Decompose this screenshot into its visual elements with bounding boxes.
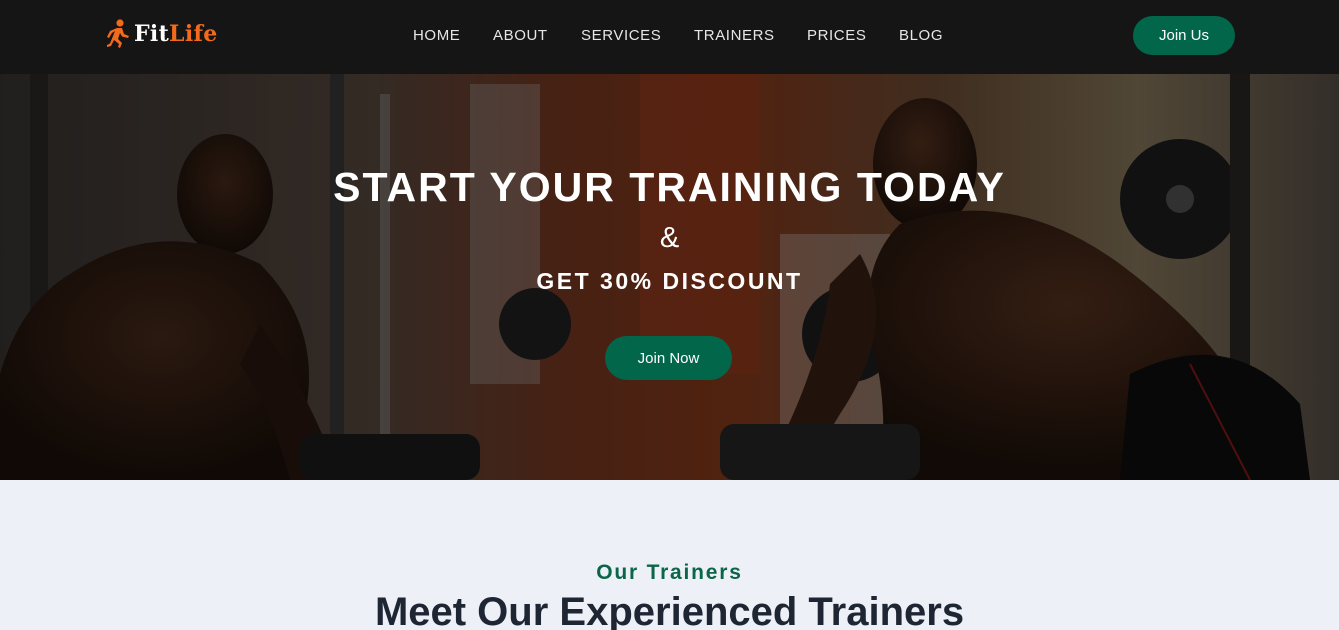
- join-now-button[interactable]: Join Now: [605, 336, 732, 380]
- navbar: FitLife HOME ABOUT SERVICES TRAINERS PRI…: [0, 0, 1339, 74]
- nav-link-trainers[interactable]: TRAINERS: [694, 27, 775, 44]
- hero-banner: START YOUR TRAINING TODAY & GET 30% DISC…: [0, 74, 1339, 480]
- section-heading: Meet Our Experienced Trainers: [374, 590, 965, 630]
- nav-link-home[interactable]: HOME: [413, 27, 460, 44]
- hero-ampersand: &: [659, 222, 680, 254]
- nav-link-blog[interactable]: BLOG: [899, 27, 943, 44]
- hero-subtitle: GET 30% DISCOUNT: [536, 268, 803, 294]
- nav-link-about[interactable]: ABOUT: [493, 27, 548, 44]
- hero-title: START YOUR TRAINING TODAY: [333, 164, 1006, 210]
- join-us-button[interactable]: Join Us: [1133, 16, 1235, 55]
- nav-link-prices[interactable]: PRICES: [807, 27, 866, 44]
- nav-link-services[interactable]: SERVICES: [581, 27, 661, 44]
- trainers-section: Our Trainers Meet Our Experienced Traine…: [0, 480, 1339, 630]
- section-tag: Our Trainers: [596, 561, 743, 584]
